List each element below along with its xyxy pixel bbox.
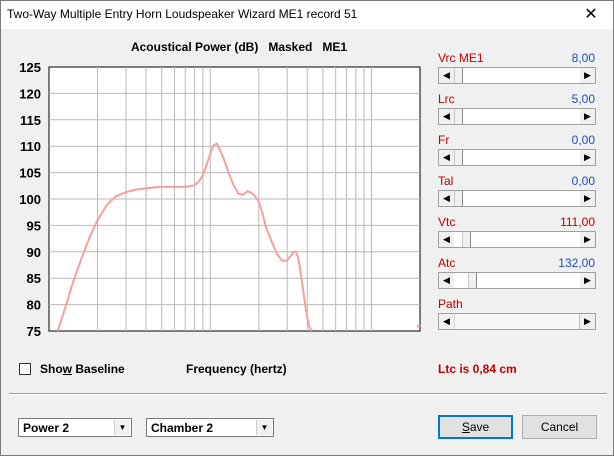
x-tick-label: 2 [417, 339, 424, 341]
x-tick-label: 10000 [355, 339, 389, 341]
param-label-lrc: Lrc [438, 92, 455, 106]
close-icon[interactable]: ✕ [569, 1, 613, 29]
y-tick-label: 85 [27, 271, 41, 286]
slider-thumb[interactable] [454, 150, 463, 165]
y-tick-label: 110 [20, 139, 41, 154]
param-label-vrc: Vrc ME1 [438, 51, 484, 65]
param-value-vtc: 111,00 [560, 215, 595, 229]
y-tick-label: 125 [19, 60, 41, 75]
show-baseline-label[interactable]: Show Baseline [40, 362, 125, 376]
acoustic-power-chart: 7580859095100105110115120125100246810002… [19, 60, 424, 341]
arrow-right-icon[interactable]: ▶ [580, 150, 595, 165]
arrow-left-icon[interactable]: ◀ [439, 109, 454, 124]
slider-thumb[interactable] [468, 273, 478, 288]
show-baseline-checkbox[interactable] [19, 363, 31, 375]
arrow-right-icon[interactable]: ▶ [580, 273, 595, 288]
chevron-down-icon[interactable]: ▼ [114, 420, 130, 435]
arrow-right-icon[interactable]: ▶ [580, 232, 595, 247]
slider-path[interactable]: ◀ ▶ [438, 313, 596, 330]
arrow-right-icon[interactable]: ▶ [580, 314, 595, 329]
x-axis-label: Frequency (hertz) [186, 362, 287, 376]
slider-tal[interactable]: ◀ ▶ [438, 190, 596, 207]
cancel-button[interactable]: Cancel [522, 415, 597, 439]
param-value-tal: 0,00 [571, 174, 595, 188]
y-tick-label: 100 [19, 192, 41, 207]
arrow-right-icon[interactable]: ▶ [580, 191, 595, 206]
slider-thumb[interactable] [454, 314, 580, 329]
param-label-tal: Tal [438, 174, 454, 188]
slider-thumb[interactable] [454, 191, 463, 206]
param-label-path: Path [438, 297, 463, 311]
param-label-fr: Fr [438, 133, 450, 147]
slider-thumb[interactable] [462, 232, 472, 247]
save-button[interactable]: Save [438, 415, 513, 439]
arrow-left-icon[interactable]: ◀ [439, 150, 454, 165]
param-value-lrc: 5,00 [571, 92, 595, 106]
y-tick-label: 90 [27, 245, 41, 260]
x-tick-label: 2 [94, 339, 101, 341]
param-value-fr: 0,00 [571, 133, 595, 147]
separator [9, 393, 607, 395]
power-select-value: Power 2 [23, 421, 70, 435]
title-bar: Two-Way Multiple Entry Horn Loudspeaker … [1, 1, 613, 29]
param-value-vrc: 8,00 [571, 51, 595, 65]
y-tick-label: 80 [27, 298, 41, 313]
chamber-select-value: Chamber 2 [151, 421, 214, 435]
slider-thumb[interactable] [454, 68, 463, 83]
arrow-left-icon[interactable]: ◀ [439, 273, 454, 288]
y-tick-label: 115 [20, 113, 41, 128]
arrow-right-icon[interactable]: ▶ [580, 68, 595, 83]
arrow-left-icon[interactable]: ◀ [439, 68, 454, 83]
x-tick-label: 1000 [197, 339, 224, 341]
y-tick-label: 105 [19, 166, 41, 181]
slider-vtc[interactable]: ◀ ▶ [438, 231, 596, 248]
x-tick-label: 4 [304, 339, 311, 341]
x-tick-label: 6 [332, 339, 339, 341]
x-tick-label: 2 [255, 339, 262, 341]
slider-lrc[interactable]: ◀ ▶ [438, 108, 596, 125]
arrow-left-icon[interactable]: ◀ [439, 232, 454, 247]
slider-thumb[interactable] [454, 109, 463, 124]
param-label-atc: Atc [438, 256, 456, 270]
y-tick-label: 95 [27, 218, 41, 233]
arrow-right-icon[interactable]: ▶ [580, 109, 595, 124]
arrow-left-icon[interactable]: ◀ [439, 191, 454, 206]
x-tick-label: 4 [143, 339, 150, 341]
slider-atc[interactable]: ◀ ▶ [438, 272, 596, 289]
y-tick-label: 120 [19, 86, 41, 101]
x-tick-label: 6 [171, 339, 178, 341]
arrow-left-icon[interactable]: ◀ [439, 314, 454, 329]
slider-fr[interactable]: ◀ ▶ [438, 149, 596, 166]
param-label-vtc: Vtc [438, 215, 456, 229]
x-tick-label: 100 [39, 339, 59, 341]
wizard-window: Two-Way Multiple Entry Horn Loudspeaker … [0, 0, 614, 456]
chevron-down-icon[interactable]: ▼ [256, 420, 272, 435]
y-tick-label: 75 [27, 324, 41, 339]
param-value-atc: 132,00 [558, 256, 595, 270]
power-select[interactable]: Power 2 ▼ [18, 418, 132, 437]
chamber-select[interactable]: Chamber 2 ▼ [146, 418, 274, 437]
slider-vrc[interactable]: ◀ ▶ [438, 67, 596, 84]
status-message: Ltc is 0,84 cm [438, 362, 517, 376]
window-title: Two-Way Multiple Entry Horn Loudspeaker … [7, 7, 358, 21]
